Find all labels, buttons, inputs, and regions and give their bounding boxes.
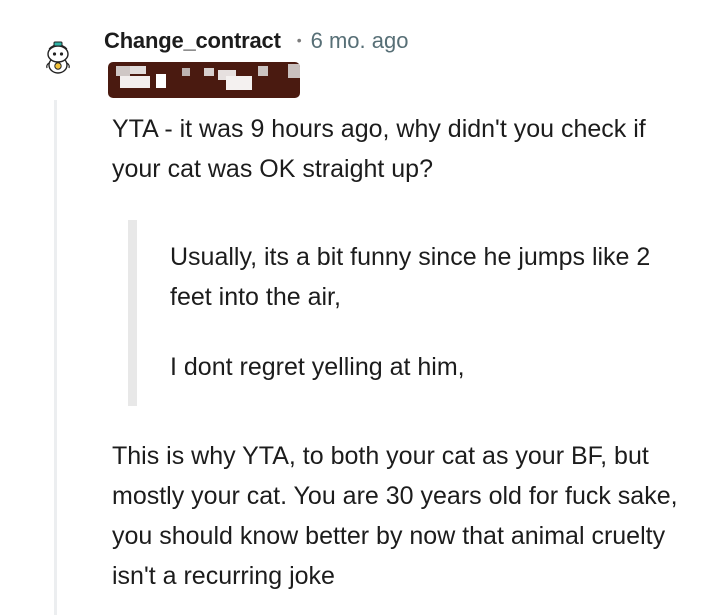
comment-paragraph-2: This is why YTA, to both your cat as you… [112, 436, 682, 596]
comment-text: YTA - it was 9 hours ago, why didn't you… [112, 115, 646, 183]
comment-timestamp[interactable]: 6 mo. ago [311, 28, 409, 54]
snoo-avatar-icon [46, 41, 70, 74]
user-avatar[interactable] [38, 38, 78, 78]
separator-dot: • [296, 32, 302, 48]
user-flair-redacted [108, 62, 300, 98]
username-link[interactable]: Change_contract [104, 28, 281, 54]
blockquote: Usually, its a bit funny since he jumps … [128, 220, 688, 406]
thread-line[interactable] [54, 100, 57, 615]
comment-paragraph-1: YTA - it was 9 hours ago, why didn't you… [112, 109, 682, 189]
comment-header: Change_contract • 6 mo. ago [104, 26, 408, 56]
quote-bar [128, 220, 137, 406]
quote-line-1: Usually, its a bit funny since he jumps … [170, 243, 651, 311]
quote-line-2: I dont regret yelling at him, [170, 353, 465, 381]
quote-text: Usually, its a bit funny since he jumps … [170, 237, 670, 387]
comment-text: This is why YTA, to both your cat as you… [112, 442, 678, 590]
